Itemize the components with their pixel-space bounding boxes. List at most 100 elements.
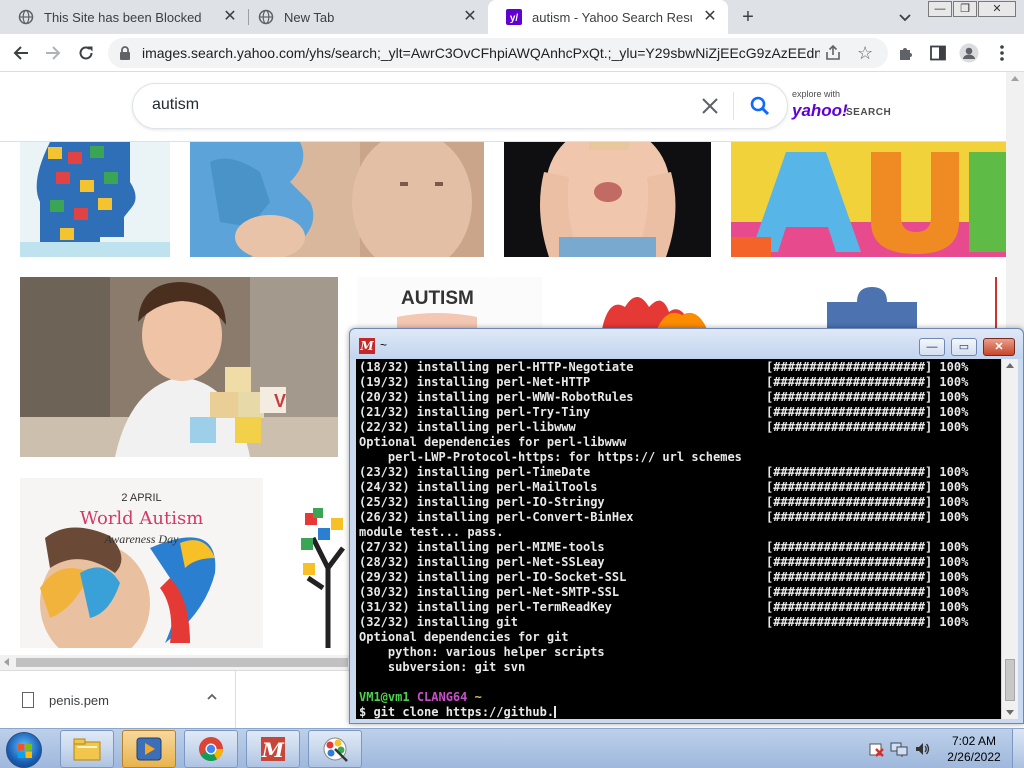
taskbar-msys2[interactable]: M: [246, 730, 300, 768]
download-filename: penis.pem: [49, 693, 109, 708]
terminal-line: module test... pass.: [359, 525, 999, 540]
action-center-icon[interactable]: [868, 741, 884, 762]
poster-date-text: 2 APRIL: [121, 492, 162, 504]
back-arrow-icon[interactable]: [9, 41, 33, 65]
network-icon[interactable]: [890, 741, 908, 762]
terminal-window[interactable]: M ~ — ▭ ✕ (18/32) installing perl-HTTP-N…: [349, 328, 1024, 724]
terminal-line: (30/32) installing perl-Net-SMTP-SSL [###…: [359, 585, 999, 600]
reload-icon[interactable]: [74, 41, 98, 65]
terminal-command-line[interactable]: $ git clone https://github.: [359, 705, 999, 719]
image-result-child-hands-face[interactable]: [504, 142, 711, 257]
tab-blocked-site[interactable]: This Site has been Blocked ✕: [0, 0, 248, 34]
clear-search-icon[interactable]: [698, 94, 722, 118]
browser-toolbar: images.search.yahoo.com/yhs/search;_ylt=…: [0, 34, 1024, 72]
terminal-progress-bar: [#####################] 100%: [766, 480, 969, 494]
url-text: images.search.yahoo.com/yhs/search;_ylt=…: [142, 45, 820, 61]
terminal-line: (26/32) installing perl-Convert-BinHex [#…: [359, 510, 999, 525]
taskbar-paint[interactable]: [308, 730, 362, 768]
address-bar[interactable]: images.search.yahoo.com/yhs/search;_ylt=…: [108, 38, 888, 68]
image-result-child-puzzle[interactable]: [190, 142, 484, 257]
scroll-up-arrow-icon[interactable]: [1011, 76, 1019, 81]
clock-date: 2/26/2022: [947, 750, 1001, 764]
close-tab-icon[interactable]: ✕: [702, 9, 718, 25]
bookmark-star-icon[interactable]: ☆: [857, 43, 873, 63]
text-cursor: [554, 706, 557, 718]
terminal-line-text: (19/32) installing perl-Net-HTTP: [359, 375, 591, 389]
show-desktop-button[interactable]: [1012, 729, 1024, 768]
close-window-icon[interactable]: ✕: [978, 1, 1016, 17]
tab-yahoo-search[interactable]: y/ autism - Yahoo Search Results Im ✕: [488, 0, 728, 34]
terminal-line-text: (18/32) installing perl-HTTP-Negotiate: [359, 360, 634, 374]
terminal-close-icon[interactable]: ✕: [983, 338, 1015, 356]
screen: This Site has been Blocked ✕ New Tab ✕ y…: [0, 0, 1024, 768]
globe-icon: [18, 9, 34, 25]
search-icon[interactable]: [749, 95, 771, 117]
image-results-row2-right: AUTISM: [357, 277, 997, 329]
terminal-line-text: (20/32) installing perl-WWW-RobotRules: [359, 390, 634, 404]
image-result-boy-blocks[interactable]: V: [20, 277, 338, 457]
new-tab-plus-icon[interactable]: +: [736, 5, 760, 29]
terminal-line-text: (21/32) installing perl-Try-Tiny: [359, 405, 591, 419]
kebab-menu-icon[interactable]: [992, 43, 1012, 63]
terminal-minimize-icon[interactable]: —: [919, 338, 945, 356]
terminal-maximize-icon[interactable]: ▭: [951, 338, 977, 356]
puzzle-piece-icon[interactable]: [896, 43, 916, 63]
close-tab-icon[interactable]: ✕: [222, 9, 238, 25]
terminal-line-text: (26/32) installing perl-Convert-BinHex: [359, 510, 634, 524]
tab-title: New Tab: [284, 9, 335, 25]
download-item[interactable]: penis.pem: [0, 671, 236, 729]
scroll-up-arrow-icon[interactable]: [1006, 363, 1014, 368]
svg-text:y/: y/: [510, 13, 519, 24]
terminal-titlebar[interactable]: M ~ — ▭ ✕: [350, 329, 1023, 359]
taskbar-media-player[interactable]: [122, 730, 176, 768]
terminal-line-text: (25/32) installing perl-IO-Stringy: [359, 495, 605, 509]
profile-avatar-icon[interactable]: [959, 43, 979, 63]
image-result-world-autism-day[interactable]: 2 APRIL World Autism Awareness Day: [20, 478, 263, 648]
clock-time: 7:02 AM: [951, 734, 997, 748]
terminal-screen[interactable]: (18/32) installing perl-HTTP-Negotiate [#…: [356, 359, 1001, 719]
start-button[interactable]: [6, 732, 42, 768]
windows-taskbar: M 7:02 AM 2/26/2022: [0, 728, 1024, 768]
poster-subtitle-text: Awareness Day: [104, 532, 179, 546]
terminal-progress-bar: [#####################] 100%: [766, 495, 969, 509]
image-result-autism-letters[interactable]: [731, 142, 1007, 257]
terminal-scroll-thumb[interactable]: [1005, 659, 1015, 701]
yahoo-logo[interactable]: yahoo!: [792, 101, 848, 121]
search-input[interactable]: autism: [152, 96, 199, 114]
image-result-puzzle-tree[interactable]: [283, 478, 349, 648]
restore-window-icon[interactable]: ❐: [953, 1, 977, 17]
terminal-line-text: (24/32) installing perl-MailTools: [359, 480, 598, 494]
chevron-up-icon[interactable]: [206, 691, 218, 706]
taskbar-chrome[interactable]: [184, 730, 238, 768]
file-icon: [22, 692, 34, 708]
search-box[interactable]: autism: [132, 83, 788, 129]
scroll-left-arrow-icon[interactable]: [4, 658, 9, 666]
image-result-puzzle-head[interactable]: [20, 142, 170, 257]
side-panel-icon[interactable]: [928, 43, 948, 63]
tab-search-chevron-icon[interactable]: [896, 8, 914, 26]
volume-icon[interactable]: [914, 741, 930, 762]
scroll-down-arrow-icon[interactable]: [1006, 710, 1014, 715]
terminal-line: Optional dependencies for git: [359, 630, 999, 645]
close-tab-icon[interactable]: ✕: [462, 9, 478, 25]
msys2-app-icon: M: [359, 338, 375, 354]
horizontal-scroll-thumb[interactable]: [16, 658, 348, 667]
terminal-line: subversion: git svn: [359, 660, 999, 675]
taskbar-file-explorer[interactable]: [60, 730, 114, 768]
terminal-progress-bar: [#####################] 100%: [766, 375, 969, 389]
terminal-line: (25/32) installing perl-IO-Stringy [#####…: [359, 495, 999, 510]
forward-arrow-icon[interactable]: [41, 41, 65, 65]
tab-new-tab[interactable]: New Tab ✕: [240, 0, 488, 34]
poster-title-text: World Autism: [79, 508, 204, 529]
terminal-command-input[interactable]: $ git clone https://github.: [359, 705, 554, 719]
taskbar-clock[interactable]: 7:02 AM 2/26/2022: [940, 733, 1008, 765]
prompt-user: VM1@vm1: [359, 690, 410, 704]
lock-icon[interactable]: [118, 45, 132, 61]
yahoo-search-label: SEARCH: [846, 107, 892, 118]
msys2-icon: M: [261, 737, 285, 762]
share-icon[interactable]: [824, 44, 842, 62]
terminal-scrollbar[interactable]: [1002, 359, 1018, 719]
terminal-line: (27/32) installing perl-MIME-tools [#####…: [359, 540, 999, 555]
minimize-window-icon[interactable]: —: [928, 1, 952, 17]
